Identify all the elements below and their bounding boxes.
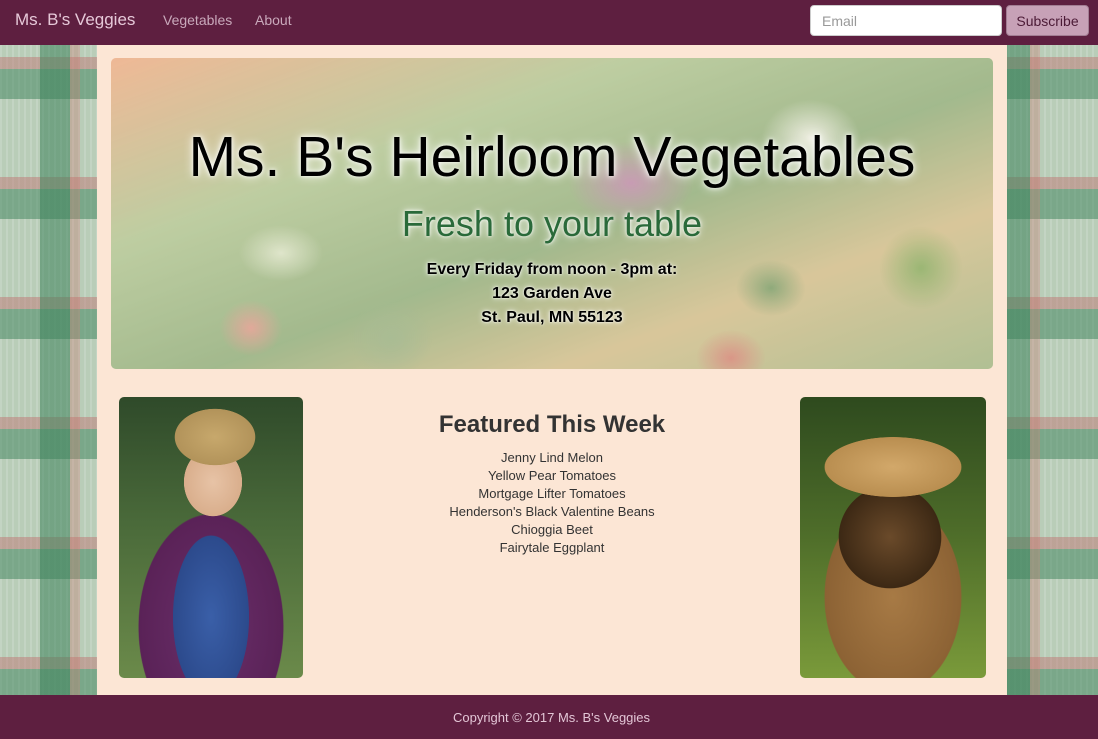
market-schedule: Every Friday from noon - 3pm at: <box>426 261 678 278</box>
main-content: Ms. B's Heirloom Vegetables Fresh to you… <box>97 45 1007 695</box>
dog-in-hat-photo <box>800 397 986 678</box>
copyright-text: Copyright © 2017 Ms. B's Veggies <box>452 710 651 725</box>
address-street: 123 Garden Ave <box>492 285 612 302</box>
hero-title: Ms. B's Heirloom Vegetables <box>188 125 916 189</box>
nav-link-about[interactable]: About <box>255 12 292 28</box>
address-city: St. Paul, MN 55123 <box>481 309 623 326</box>
nav-link-vegetables[interactable]: Vegetables <box>163 12 232 28</box>
navbar: Ms. B's Veggies Vegetables About Subscri… <box>0 0 1098 45</box>
brand-link[interactable]: Ms. B's Veggies <box>15 10 135 30</box>
featured-heading: Featured This Week <box>438 411 666 438</box>
featured-list: Jenny Lind Melon Yellow Pear Tomatoes Mo… <box>327 449 777 557</box>
subscribe-button[interactable]: Subscribe <box>1006 5 1089 36</box>
list-item: Yellow Pear Tomatoes <box>488 468 616 483</box>
list-item: Fairytale Eggplant <box>499 540 605 555</box>
list-item: Jenny Lind Melon <box>501 450 603 465</box>
email-input[interactable] <box>810 5 1002 36</box>
hero-banner: Ms. B's Heirloom Vegetables Fresh to you… <box>111 58 993 369</box>
woman-in-hat-photo <box>119 397 303 678</box>
list-item: Henderson's Black Valentine Beans <box>449 504 655 519</box>
list-item: Chioggia Beet <box>511 522 593 537</box>
footer: Copyright © 2017 Ms. B's Veggies <box>0 695 1098 739</box>
list-item: Mortgage Lifter Tomatoes <box>478 486 626 501</box>
hero-subtitle: Fresh to your table <box>401 203 703 244</box>
